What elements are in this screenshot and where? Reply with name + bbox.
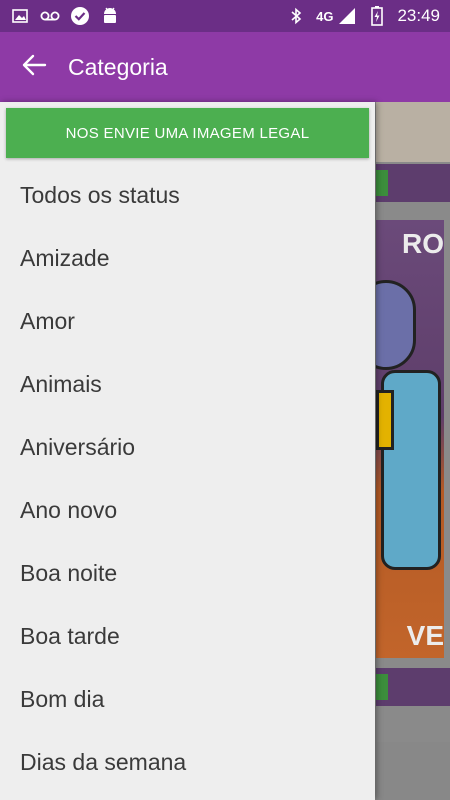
category-drawer: NOS ENVIE UMA IMAGEM LEGAL Todos os stat…	[0, 102, 375, 800]
category-item[interactable]: Boa noite	[0, 542, 375, 605]
background-action-bar	[376, 668, 450, 706]
category-item[interactable]: Amor	[0, 290, 375, 353]
category-item[interactable]: Amizade	[0, 227, 375, 290]
image-icon	[10, 6, 30, 26]
battery-charging-icon	[367, 6, 387, 26]
status-left-icons	[10, 6, 120, 26]
status-right-icons: 4G 23:49	[286, 6, 440, 26]
signal-icon	[337, 6, 357, 26]
status-bar: 4G 23:49	[0, 0, 450, 32]
background-image-text-top: RO	[402, 228, 444, 259]
category-item[interactable]: Dias da semana	[0, 731, 375, 794]
android-icon	[100, 6, 120, 26]
network-type-label: 4G	[316, 8, 334, 24]
category-item[interactable]: Boa tarde	[0, 605, 375, 668]
check-circle-icon	[70, 6, 90, 26]
category-item[interactable]: Animais	[0, 353, 375, 416]
voicemail-icon	[40, 6, 60, 26]
background-card	[376, 742, 450, 800]
category-list: Todos os status Amizade Amor Animais Ani…	[0, 164, 375, 794]
background-shape	[376, 280, 416, 370]
background-shape	[376, 390, 394, 450]
bluetooth-icon	[286, 6, 306, 26]
status-time: 23:49	[397, 6, 440, 25]
background-card	[376, 102, 450, 162]
category-item[interactable]: Aniversário	[0, 416, 375, 479]
background-image-text-bottom: VE	[406, 620, 444, 651]
category-item[interactable]: Ano novo	[0, 479, 375, 542]
background-action-bar	[376, 164, 450, 202]
category-item[interactable]: Todos os status	[0, 164, 375, 227]
background-image: RO VE	[376, 220, 444, 658]
send-image-button[interactable]: NOS ENVIE UMA IMAGEM LEGAL	[6, 108, 369, 158]
app-bar: Categoria	[0, 32, 450, 102]
back-button[interactable]	[0, 32, 68, 102]
category-item[interactable]: Bom dia	[0, 668, 375, 731]
arrow-back-icon	[21, 52, 47, 83]
page-title: Categoria	[68, 53, 168, 80]
